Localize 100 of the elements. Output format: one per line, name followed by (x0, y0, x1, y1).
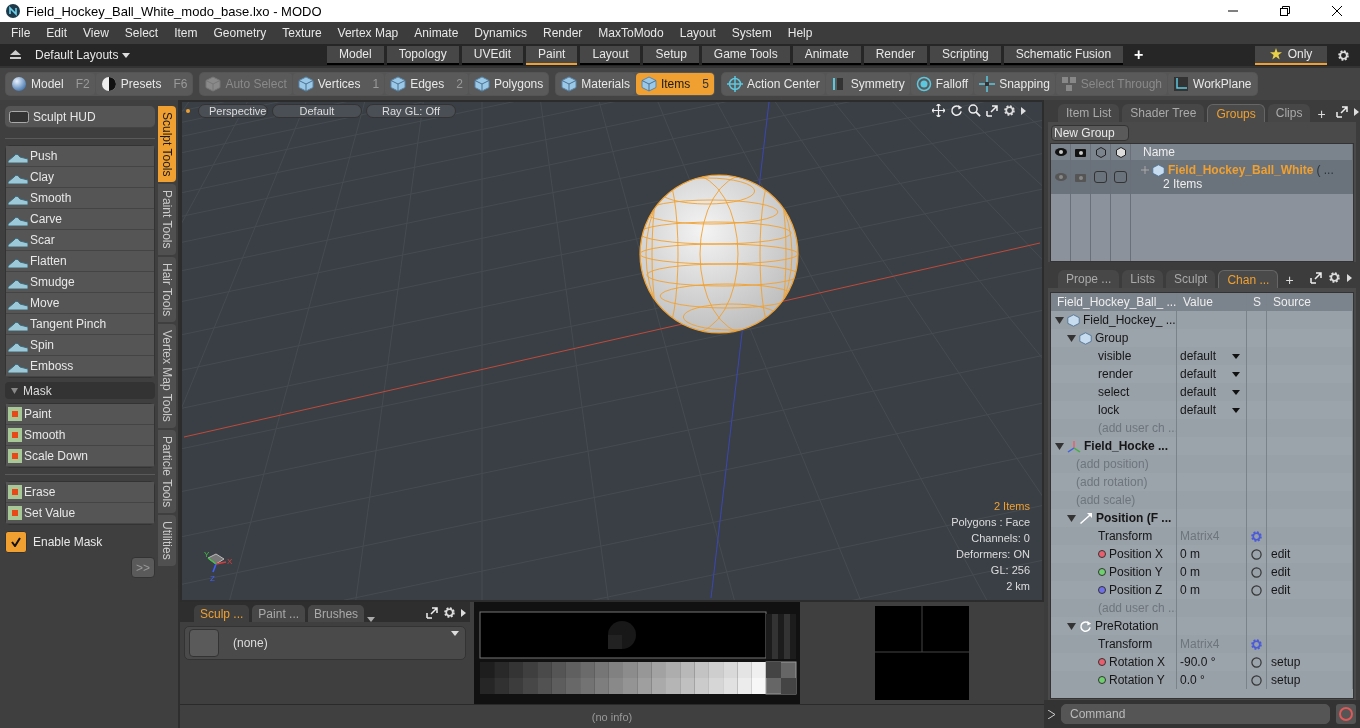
up-arrow-icon[interactable] (10, 50, 21, 60)
layout-tab[interactable]: Model (327, 45, 384, 65)
right-arrow-icon[interactable] (1347, 273, 1352, 282)
mask-tool[interactable]: Erase (6, 482, 154, 503)
toolbar-button[interactable]: Symmetry (825, 73, 910, 95)
brush-tab[interactable]: Paint ... (252, 605, 306, 622)
toolbar-button[interactable]: Snapping (974, 73, 1055, 95)
toolbar-button[interactable]: Polygons (468, 73, 549, 95)
tool-category-tab[interactable]: Sculpt Tools (158, 106, 176, 183)
panel-tab[interactable]: Prope ... (1058, 270, 1120, 288)
toolbar-button[interactable]: Model F2 (6, 73, 95, 95)
toolbar-button[interactable]: Edges 2 (385, 73, 468, 95)
circle-icon[interactable] (1251, 656, 1262, 668)
menu-item[interactable]: Help (779, 26, 821, 40)
settings-icon[interactable] (443, 606, 456, 619)
toolbar-button[interactable]: Presets F6 (95, 73, 193, 95)
brush-preset-dropdown[interactable]: (none) (184, 626, 466, 660)
right-arrow-icon[interactable] (1021, 106, 1026, 115)
circle-icon[interactable] (1251, 584, 1262, 596)
brush-tab[interactable]: Sculp ... (194, 605, 250, 622)
layouts-dropdown[interactable]: Default Layouts (35, 48, 327, 62)
menu-item[interactable]: Item (166, 26, 206, 40)
layout-tab[interactable]: Scripting (930, 45, 1001, 65)
mask-section-header[interactable]: Mask (5, 382, 155, 399)
layout-tab[interactable]: Game Tools (701, 45, 790, 65)
right-arrow-icon[interactable] (461, 608, 466, 617)
layout-tab[interactable]: Schematic Fusion (1003, 45, 1124, 65)
layout-tab[interactable]: Setup (643, 45, 699, 65)
sculpt-tool[interactable]: Spin (6, 335, 154, 356)
circle-icon[interactable] (1251, 674, 1262, 686)
sculpt-tool[interactable]: Push (6, 146, 154, 167)
expand-arrow-icon[interactable] (1055, 441, 1064, 451)
raygl-toggle[interactable]: Ray GL: Off (366, 104, 456, 118)
menu-item[interactable]: Select (116, 26, 167, 40)
layout-tab[interactable]: Animate (792, 45, 861, 65)
menu-item[interactable]: System (723, 26, 780, 40)
expand-icon[interactable] (1310, 271, 1322, 284)
mask-tool[interactable]: Set Value (6, 503, 154, 524)
add-tab-button[interactable]: + (1313, 106, 1330, 122)
rotate-icon[interactable] (950, 104, 963, 117)
only-toggle[interactable]: Only (1255, 45, 1327, 65)
brush-tab[interactable]: Brushes (308, 605, 365, 622)
expand-arrow-icon[interactable] (1067, 621, 1076, 631)
menu-item[interactable]: MaxToModo (590, 26, 672, 40)
expand-arrow-icon[interactable] (1055, 315, 1064, 325)
menu-item[interactable]: Dynamics (466, 26, 535, 40)
menu-item[interactable]: Geometry (205, 26, 275, 40)
panel-tab[interactable]: Chan ... (1218, 270, 1279, 288)
menu-item[interactable]: File (3, 26, 39, 40)
toolbar-button[interactable]: Materials (556, 73, 635, 95)
panel-tab[interactable]: Lists (1122, 270, 1164, 288)
record-button-icon[interactable] (1336, 704, 1356, 724)
right-arrow-icon[interactable] (1353, 108, 1359, 116)
expand-icon[interactable] (1335, 106, 1348, 118)
menu-item[interactable]: View (75, 26, 117, 40)
expand-icon[interactable] (426, 606, 438, 619)
circle-icon[interactable] (1251, 566, 1262, 578)
collapse-arrow-icon[interactable] (11, 387, 18, 394)
toggle-box[interactable] (1114, 171, 1127, 183)
settings-icon[interactable] (1003, 104, 1016, 117)
menu-item[interactable]: Animate (406, 26, 467, 40)
circle-icon[interactable] (1251, 548, 1262, 560)
menu-item[interactable]: Edit (38, 26, 76, 40)
shading-dropdown[interactable]: Default (272, 104, 362, 118)
menu-item[interactable]: Vertex Map (329, 26, 407, 40)
sculpt-tool[interactable]: Emboss (6, 356, 154, 377)
toggle-box[interactable] (1094, 171, 1107, 183)
tool-category-tab[interactable]: Paint Tools (158, 184, 176, 255)
toolbar-button[interactable]: WorkPlane (1168, 73, 1257, 95)
panel-tab[interactable]: Sculpt (1166, 270, 1216, 288)
sculpt-tool[interactable]: Scar (6, 230, 154, 251)
tool-category-tab[interactable]: Particle Tools (158, 429, 176, 514)
menu-item[interactable]: Layout (671, 26, 724, 40)
settings-icon[interactable] (1328, 271, 1341, 284)
mask-tool[interactable]: Paint (6, 404, 154, 425)
sculpt-tool[interactable]: Tangent Pinch (6, 314, 154, 335)
sculpt-hud-button[interactable]: Sculpt HUD (5, 106, 155, 128)
new-group-button[interactable]: New Group (1051, 125, 1129, 141)
panel-tab[interactable]: Clips (1267, 104, 1311, 122)
group-row[interactable]: Field_Hockey_Ball_White ( ... 2 Items (1131, 160, 1353, 194)
menu-item[interactable]: Texture (274, 26, 330, 40)
layout-tab[interactable]: Layout (580, 45, 641, 65)
add-tab-button[interactable]: + (1281, 272, 1298, 288)
sculpt-tool[interactable]: Clay (6, 167, 154, 188)
mask-tool[interactable]: Scale Down (6, 446, 154, 467)
layout-tab[interactable]: Paint (526, 45, 578, 65)
sculpt-tool[interactable]: Move (6, 293, 154, 314)
enable-mask-checkbox[interactable] (5, 531, 27, 553)
add-tab-button[interactable]: + (1126, 46, 1152, 64)
expand-icon[interactable] (986, 104, 998, 117)
command-field[interactable]: Command (1061, 704, 1330, 724)
layout-tab[interactable]: Render (863, 45, 928, 65)
menu-item[interactable]: Render (535, 26, 591, 40)
panel-tab[interactable]: Item List (1058, 104, 1120, 122)
move-icon[interactable] (932, 104, 945, 117)
expand-arrow-icon[interactable] (1067, 513, 1076, 523)
sculpt-tool[interactable]: Carve (6, 209, 154, 230)
sculpt-tool[interactable]: Smooth (6, 188, 154, 209)
toolbar-button[interactable]: Falloff (910, 73, 974, 95)
expand-arrow-icon[interactable] (1067, 333, 1076, 343)
